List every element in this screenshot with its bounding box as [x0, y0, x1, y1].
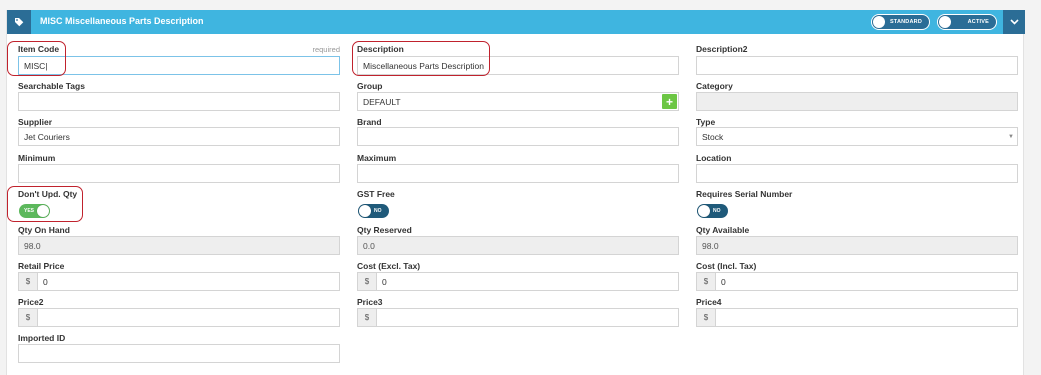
- brand-label: Brand: [357, 117, 382, 127]
- chevron-down-icon: ▼: [1008, 134, 1014, 140]
- minimum-label: Minimum: [18, 153, 56, 163]
- toggle-knob: [873, 16, 885, 28]
- location-input[interactable]: [696, 164, 1018, 183]
- searchable-tags-input[interactable]: [18, 92, 340, 111]
- group-input[interactable]: DEFAULT: [357, 92, 679, 111]
- active-toggle-label: ACTIVE: [967, 19, 989, 25]
- imported-id-label: Imported ID: [18, 333, 66, 343]
- minimum-input[interactable]: [18, 164, 340, 183]
- price4-input[interactable]: [715, 308, 1018, 327]
- maximum-input[interactable]: [357, 164, 679, 183]
- maximum-label: Maximum: [357, 153, 397, 163]
- cost-excl-input[interactable]: 0: [376, 272, 679, 291]
- requires-serial-switch[interactable]: NO: [697, 204, 728, 218]
- description2-input[interactable]: [696, 56, 1018, 75]
- toggle-knob: [939, 16, 951, 28]
- switch-state: NO: [374, 208, 382, 214]
- retail-price-label: Retail Price: [18, 261, 65, 271]
- qty-reserved-value: 0.0: [357, 236, 679, 255]
- price2-input[interactable]: [37, 308, 340, 327]
- switch-knob: [359, 205, 371, 217]
- chevron-down-icon: [1009, 19, 1019, 25]
- cost-incl-label: Cost (Incl. Tax): [696, 261, 757, 271]
- required-indicator: required: [312, 45, 340, 54]
- active-toggle[interactable]: ACTIVE: [937, 14, 997, 30]
- description2-label: Description2: [696, 44, 748, 54]
- brand-input[interactable]: [357, 127, 679, 146]
- collapse-button[interactable]: [1003, 10, 1025, 34]
- switch-knob: [698, 205, 710, 217]
- standard-toggle-label: STANDARD: [889, 19, 922, 25]
- highlight-dont-upd-qty: [7, 186, 83, 222]
- standard-toggle[interactable]: STANDARD: [871, 14, 930, 30]
- searchable-tags-label: Searchable Tags: [18, 81, 85, 91]
- category-label: Category: [696, 81, 733, 91]
- highlight-item-code: [7, 41, 66, 76]
- item-code-input[interactable]: MISC|: [18, 56, 340, 75]
- gst-free-switch[interactable]: NO: [358, 204, 389, 218]
- item-form-panel: MISC Miscellaneous Parts Description STA…: [6, 10, 1025, 375]
- highlight-description: [352, 41, 490, 76]
- imported-id-input[interactable]: [18, 344, 340, 363]
- add-group-button[interactable]: +: [662, 94, 677, 109]
- price4-label: Price4: [696, 297, 722, 307]
- supplier-label: Supplier: [18, 117, 53, 127]
- qty-reserved-label: Qty Reserved: [357, 225, 412, 235]
- qty-available-label: Qty Available: [696, 225, 750, 235]
- price3-input[interactable]: [376, 308, 679, 327]
- currency-prefix: $: [696, 272, 716, 291]
- retail-price-input[interactable]: 0: [37, 272, 340, 291]
- gst-free-label: GST Free: [357, 189, 395, 199]
- location-label: Location: [696, 153, 732, 163]
- currency-prefix: $: [357, 308, 377, 327]
- type-select[interactable]: Stock: [696, 127, 1018, 146]
- currency-prefix: $: [696, 308, 716, 327]
- qty-on-hand-value: 98.0: [18, 236, 340, 255]
- price2-label: Price2: [18, 297, 44, 307]
- currency-prefix: $: [18, 272, 38, 291]
- tag-icon: [7, 10, 31, 34]
- requires-serial-label: Requires Serial Number: [696, 189, 793, 199]
- cost-incl-input[interactable]: 0: [715, 272, 1018, 291]
- currency-prefix: $: [357, 272, 377, 291]
- cost-excl-label: Cost (Excl. Tax): [357, 261, 421, 271]
- group-label: Group: [357, 81, 383, 91]
- qty-available-value: 98.0: [696, 236, 1018, 255]
- currency-prefix: $: [18, 308, 38, 327]
- panel-header: MISC Miscellaneous Parts Description STA…: [7, 10, 1025, 34]
- panel-title: MISC Miscellaneous Parts Description: [40, 16, 204, 26]
- qty-on-hand-label: Qty On Hand: [18, 225, 70, 235]
- price3-label: Price3: [357, 297, 383, 307]
- category-input[interactable]: [696, 92, 1018, 111]
- supplier-input[interactable]: Jet Couriers: [18, 127, 340, 146]
- type-label: Type: [696, 117, 716, 127]
- switch-state: NO: [713, 208, 721, 214]
